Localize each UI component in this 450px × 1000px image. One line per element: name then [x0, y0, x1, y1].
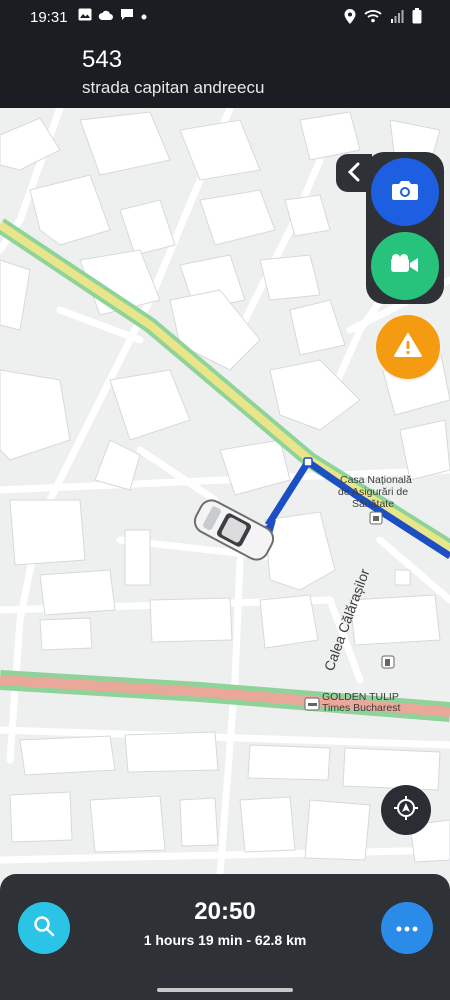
poi-label-line: de Asigurări de: [338, 486, 408, 498]
fuel-poi-icon: [381, 655, 395, 669]
chevron-left-icon: [347, 158, 361, 189]
warning-icon: [393, 332, 423, 363]
locate-icon: [392, 794, 420, 827]
home-indicator[interactable]: [157, 988, 293, 992]
hospital-poi-icon: [369, 511, 383, 525]
hotel-poi-icon: [304, 697, 320, 711]
battery-icon: [412, 8, 422, 28]
message-icon: [120, 8, 134, 25]
gallery-icon: [78, 8, 92, 25]
dot-icon: [140, 8, 148, 25]
more-icon: [395, 919, 419, 937]
status-time: 19:31: [30, 9, 68, 26]
wifi-icon: [364, 9, 382, 27]
video-record-button[interactable]: [371, 232, 439, 300]
trip-info-panel: 20:50 1 hours 19 min - 62.8 km: [0, 874, 450, 1000]
poi-label-line: Casa Națională: [340, 474, 412, 486]
status-bar: 19:31: [0, 0, 450, 36]
street-name: strada capitan andreecu: [82, 78, 265, 97]
cloud-icon: [98, 8, 114, 25]
navigation-header: 543 strada capitan andreecu: [0, 36, 450, 108]
collapse-panel-button[interactable]: [336, 154, 372, 192]
more-options-button[interactable]: [381, 902, 433, 954]
location-icon: [344, 8, 356, 28]
signal-icon: [390, 9, 404, 27]
house-number: 543: [82, 46, 123, 73]
camera-button[interactable]: [371, 158, 439, 226]
poi-label-line: Sănătate: [352, 498, 394, 510]
poi-label-line: Times Bucharest: [322, 702, 400, 714]
recenter-button[interactable]: [381, 785, 431, 835]
video-camera-icon: [390, 253, 420, 280]
camera-icon: [391, 178, 419, 207]
report-hazard-button[interactable]: [374, 313, 442, 381]
